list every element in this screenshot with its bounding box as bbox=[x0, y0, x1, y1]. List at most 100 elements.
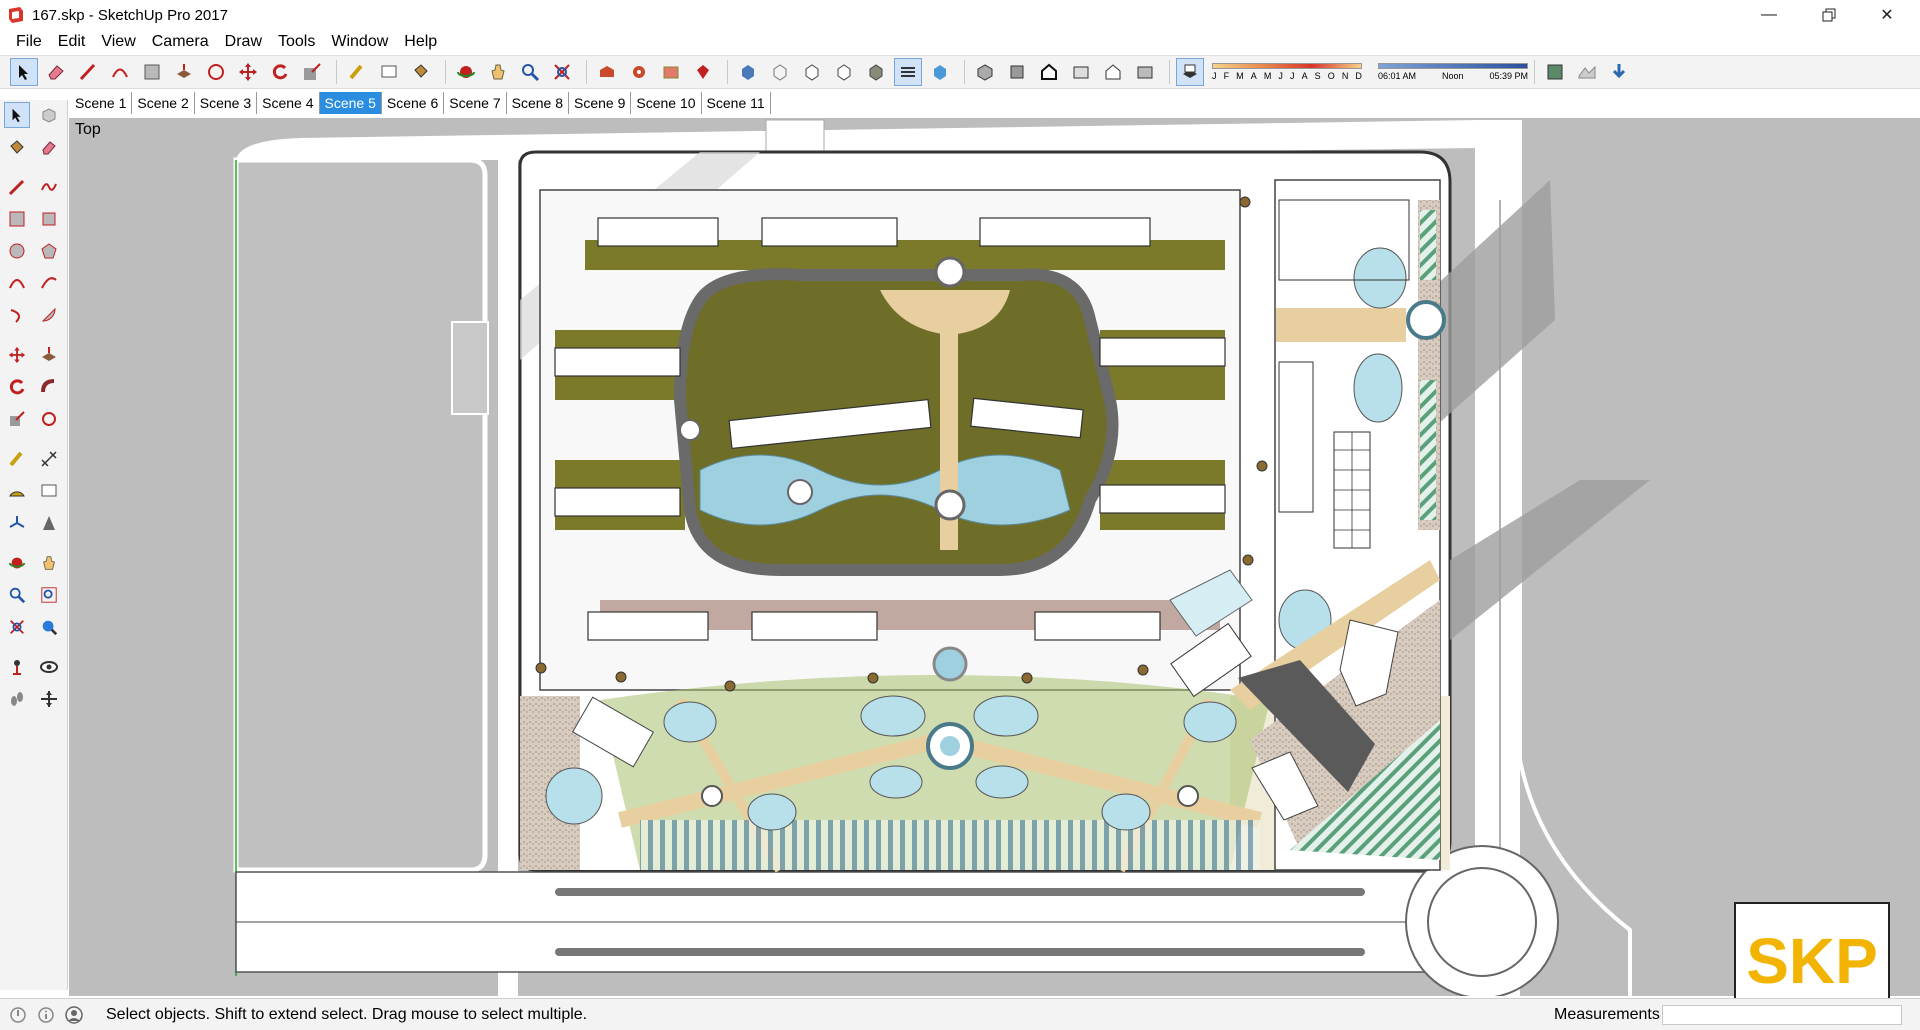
info-icon[interactable] bbox=[36, 1005, 56, 1025]
protractor-icon[interactable] bbox=[4, 478, 30, 504]
menu-tools[interactable]: Tools bbox=[270, 30, 323, 54]
make-component-icon[interactable] bbox=[36, 102, 62, 128]
front-view-icon[interactable] bbox=[1035, 58, 1063, 86]
scene-tab-1[interactable]: Scene 1 bbox=[70, 92, 133, 114]
zoom-icon[interactable] bbox=[516, 58, 544, 86]
shadow-date-slider[interactable]: J F M A M J J A S O N D bbox=[1212, 63, 1362, 81]
monochrome-style-icon[interactable] bbox=[894, 58, 922, 86]
offset-icon[interactable] bbox=[36, 406, 62, 432]
scene-tab-8[interactable]: Scene 8 bbox=[507, 92, 569, 114]
zoom-window-icon[interactable] bbox=[36, 582, 62, 608]
import-icon[interactable] bbox=[1605, 58, 1633, 86]
scale-tool-icon[interactable] bbox=[4, 406, 30, 432]
two-point-arc-icon[interactable] bbox=[36, 270, 62, 296]
paint-bucket-icon[interactable] bbox=[407, 58, 435, 86]
move-tool-icon[interactable] bbox=[234, 58, 262, 86]
axes-icon[interactable] bbox=[4, 510, 30, 536]
shadow-time-slider[interactable]: 06:01 AM Noon 05:39 PM bbox=[1378, 63, 1528, 81]
menu-window[interactable]: Window bbox=[323, 30, 396, 54]
rotated-rectangle-icon[interactable] bbox=[36, 206, 62, 232]
zoom-icon[interactable] bbox=[4, 582, 30, 608]
rectangle-tool-icon[interactable] bbox=[138, 58, 166, 86]
model-viewport[interactable]: Top bbox=[69, 118, 1920, 996]
close-icon[interactable]: ✕ bbox=[1858, 0, 1916, 30]
paint-bucket-icon[interactable] bbox=[4, 134, 30, 160]
measurements-input[interactable] bbox=[1662, 1005, 1902, 1025]
hidden-line-icon[interactable] bbox=[798, 58, 826, 86]
rectangle-tool-icon[interactable] bbox=[4, 206, 30, 232]
shadows-toggle-icon[interactable] bbox=[1176, 58, 1204, 86]
freehand-icon[interactable] bbox=[36, 174, 62, 200]
position-camera-icon[interactable] bbox=[4, 654, 30, 680]
shaded-style-icon[interactable] bbox=[830, 58, 858, 86]
menu-help[interactable]: Help bbox=[396, 30, 445, 54]
shadow-date-bar[interactable] bbox=[1212, 63, 1362, 69]
menu-edit[interactable]: Edit bbox=[50, 30, 94, 54]
push-pull-icon[interactable] bbox=[170, 58, 198, 86]
toggle-terrain-icon[interactable] bbox=[1573, 58, 1601, 86]
tape-measure-icon[interactable] bbox=[4, 446, 30, 472]
scene-tab-10[interactable]: Scene 10 bbox=[631, 92, 702, 114]
3d-text-icon[interactable] bbox=[36, 510, 62, 536]
line-tool-icon[interactable] bbox=[74, 58, 102, 86]
select-tool-icon[interactable] bbox=[10, 58, 38, 86]
zoom-extents-icon[interactable] bbox=[548, 58, 576, 86]
scene-tab-6[interactable]: Scene 6 bbox=[382, 92, 445, 114]
walk-icon[interactable] bbox=[4, 686, 30, 712]
menu-file[interactable]: File bbox=[8, 30, 50, 54]
user-account-icon[interactable] bbox=[64, 1005, 84, 1025]
textured-style-icon[interactable] bbox=[862, 58, 890, 86]
scene-tab-2[interactable]: Scene 2 bbox=[132, 92, 195, 114]
style-preset-icon[interactable] bbox=[926, 58, 954, 86]
pie-tool-icon[interactable] bbox=[36, 302, 62, 328]
zoom-extents-icon[interactable] bbox=[4, 614, 30, 640]
rotate-tool-icon[interactable] bbox=[266, 58, 294, 86]
scale-tool-icon[interactable] bbox=[298, 58, 326, 86]
arc-tool-icon[interactable] bbox=[106, 58, 134, 86]
section-plane-icon[interactable] bbox=[36, 686, 62, 712]
line-tool-icon[interactable] bbox=[4, 174, 30, 200]
scene-tab-4[interactable]: Scene 4 bbox=[257, 92, 320, 114]
orbit-icon[interactable] bbox=[452, 58, 480, 86]
restore-icon[interactable] bbox=[1800, 0, 1858, 30]
follow-me-icon[interactable] bbox=[36, 374, 62, 400]
back-view-icon[interactable] bbox=[1099, 58, 1127, 86]
left-view-icon[interactable] bbox=[1131, 58, 1159, 86]
arc-tool-icon[interactable] bbox=[4, 270, 30, 296]
menu-draw[interactable]: Draw bbox=[217, 30, 270, 54]
dimension-icon[interactable] bbox=[36, 446, 62, 472]
top-view-icon[interactable] bbox=[1003, 58, 1031, 86]
right-view-icon[interactable] bbox=[1067, 58, 1095, 86]
offset-icon[interactable] bbox=[202, 58, 230, 86]
three-point-arc-icon[interactable] bbox=[4, 302, 30, 328]
extension-warehouse-icon[interactable] bbox=[689, 58, 717, 86]
scene-tab-7[interactable]: Scene 7 bbox=[444, 92, 507, 114]
components-icon[interactable] bbox=[625, 58, 653, 86]
pan-icon[interactable] bbox=[484, 58, 512, 86]
tape-measure-icon[interactable] bbox=[343, 58, 371, 86]
look-around-icon[interactable] bbox=[36, 654, 62, 680]
polygon-tool-icon[interactable] bbox=[36, 238, 62, 264]
minimize-icon[interactable]: — bbox=[1740, 0, 1798, 30]
menu-camera[interactable]: Camera bbox=[144, 30, 217, 54]
text-tool-icon[interactable] bbox=[375, 58, 403, 86]
text-tool-icon[interactable] bbox=[36, 478, 62, 504]
eraser-icon[interactable] bbox=[42, 58, 70, 86]
pan-icon[interactable] bbox=[36, 550, 62, 576]
orbit-icon[interactable] bbox=[4, 550, 30, 576]
wireframe-style-icon[interactable] bbox=[766, 58, 794, 86]
scene-tab-11[interactable]: Scene 11 bbox=[702, 92, 771, 114]
move-tool-icon[interactable] bbox=[4, 342, 30, 368]
iso-view-icon[interactable] bbox=[971, 58, 999, 86]
circle-tool-icon[interactable] bbox=[4, 238, 30, 264]
xray-style-icon[interactable] bbox=[734, 58, 762, 86]
scene-tab-5[interactable]: Scene 5 bbox=[319, 92, 382, 114]
select-tool-icon[interactable] bbox=[4, 102, 30, 128]
warehouse-icon[interactable] bbox=[593, 58, 621, 86]
rotate-tool-icon[interactable] bbox=[4, 374, 30, 400]
geolocation-icon[interactable] bbox=[8, 1005, 28, 1025]
scene-tab-9[interactable]: Scene 9 bbox=[569, 92, 632, 114]
add-location-icon[interactable] bbox=[1541, 58, 1569, 86]
shadow-time-bar[interactable] bbox=[1378, 63, 1528, 69]
eraser-icon[interactable] bbox=[36, 134, 62, 160]
